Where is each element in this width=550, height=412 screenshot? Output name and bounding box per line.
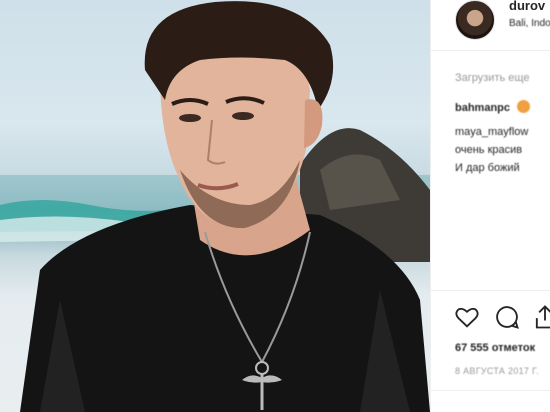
comment-text: И дар божий <box>455 162 520 174</box>
post-panel: durov Bali, Indonesia Загрузить еще bahm… <box>430 0 550 412</box>
share-icon[interactable] <box>531 303 550 333</box>
comment-icon[interactable] <box>493 303 523 333</box>
post-date: 8 АВГУСТА 2017 Г. <box>455 366 539 376</box>
comment-item: maya_mayflow <box>455 126 528 139</box>
avatar[interactable] <box>455 0 495 40</box>
comment-username[interactable]: maya_mayflow <box>455 126 528 138</box>
comment-text: очень красив <box>455 144 523 156</box>
comment-item: bahmanpc <box>455 100 531 115</box>
comment-username[interactable]: bahmanpc <box>455 102 510 114</box>
load-more-comments-link[interactable]: Загрузить еще <box>455 72 529 84</box>
divider <box>431 390 550 391</box>
location-link[interactable]: Bali, Indonesia <box>509 18 550 29</box>
portrait-illustration <box>0 1 430 412</box>
emoji-icon <box>517 100 531 113</box>
heart-icon[interactable] <box>453 303 483 333</box>
post-header: durov Bali, Indonesia <box>431 0 550 51</box>
likes-count[interactable]: 67 555 отметок <box>455 342 535 354</box>
username-link[interactable]: durov <box>509 0 545 13</box>
post-photo[interactable] <box>0 0 430 412</box>
